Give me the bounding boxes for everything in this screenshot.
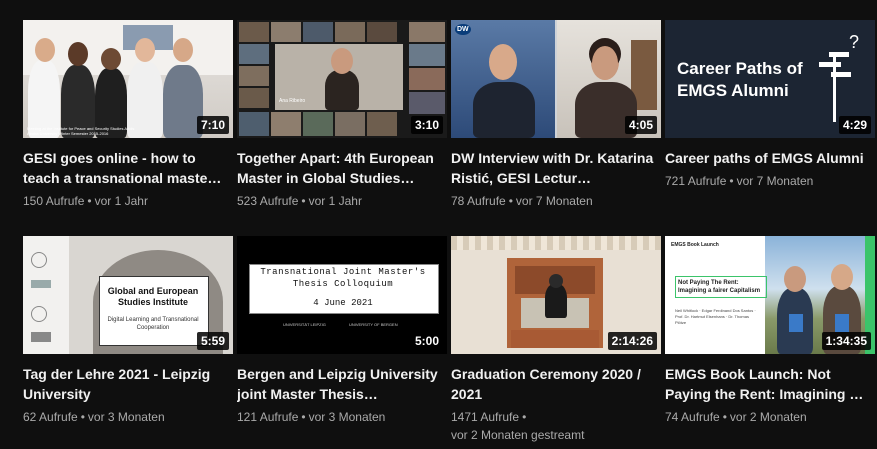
video-duration: 1:34:35 (821, 332, 871, 350)
upload-age: vor 7 Monaten (515, 194, 593, 208)
thumbnail-caption: Ana Ribeiro (279, 98, 306, 104)
video-meta: 121 Aufrufe • vor 3 Monaten (237, 410, 386, 424)
video-card[interactable]: Global and European Studies Institute Di… (23, 236, 233, 426)
video-thumbnail[interactable]: Global and European Studies Institute Di… (23, 236, 233, 354)
video-title[interactable]: EMGS Book Launch: Not Paying the Rent: I… (665, 364, 875, 404)
video-duration: 4:05 (624, 116, 657, 134)
thumbnail-subtitle: Digital Learning and Transnational Coope… (107, 317, 199, 331)
view-count: 62 Aufrufe (23, 410, 78, 424)
signpost-icon: ? (819, 32, 859, 122)
video-thumbnail[interactable]: Meeting at the Institute for Peace and S… (23, 20, 233, 138)
video-meta: 721 Aufrufe • vor 7 Monaten (665, 174, 814, 188)
view-count: 150 Aufrufe (23, 194, 85, 208)
thumbnail-caption: EMGS Book Launch (671, 242, 719, 248)
video-duration: 2:14:26 (607, 332, 657, 350)
upload-age: vor 2 Monaten gestreamt (451, 428, 585, 442)
video-card[interactable]: Ana Ribeiro 3:10 Together Apart: 4th Eur… (237, 20, 447, 210)
thumbnail-date: 4 June 2021 (313, 298, 373, 308)
video-thumbnail[interactable]: Ana Ribeiro 3:10 (237, 20, 447, 138)
video-card[interactable]: Transnational Joint Master's Thesis Coll… (237, 236, 447, 426)
video-title[interactable]: Tag der Lehre 2021 - Leipzig University (23, 364, 233, 404)
dw-logo: DW (455, 24, 471, 35)
video-thumbnail[interactable]: Career Paths of EMGS Alumni ? 4:29 (665, 20, 875, 138)
video-meta: 62 Aufrufe • vor 3 Monaten (23, 410, 165, 424)
thumbnail-caption: Transnational Joint Master's Thesis Coll… (260, 267, 426, 289)
view-count: 74 Aufrufe (665, 410, 720, 424)
view-count: 78 Aufrufe (451, 194, 506, 208)
video-duration: 7:10 (196, 116, 229, 134)
video-thumbnail[interactable]: DW 4:05 (451, 20, 661, 138)
upload-age: vor 2 Monaten (729, 410, 807, 424)
video-title[interactable]: DW Interview with Dr. Katarina Ristić, G… (451, 148, 661, 188)
upload-age: vor 3 Monaten (308, 410, 386, 424)
video-title[interactable]: Career paths of EMGS Alumni (665, 148, 875, 168)
upload-age: vor 1 Jahr (308, 194, 362, 208)
video-duration: 5:59 (196, 332, 229, 350)
thumbnail-logo-left: UNIVERSITÄT LEIPZIG (283, 322, 326, 327)
svg-text:?: ? (849, 32, 859, 52)
video-card[interactable]: 2:14:26 Graduation Ceremony 2020 / 2021 … (451, 236, 661, 444)
video-title[interactable]: Bergen and Leipzig University joint Mast… (237, 364, 447, 404)
video-meta: 523 Aufrufe • vor 1 Jahr (237, 194, 362, 208)
thumbnail-book-title: Not Paying The Rent: Imagining a fairer … (675, 276, 767, 298)
video-title[interactable]: GESI goes online - how to teach a transn… (23, 148, 233, 188)
video-duration: 3:10 (410, 116, 443, 134)
video-title[interactable]: Graduation Ceremony 2020 / 2021 (451, 364, 661, 404)
thumbnail-caption: Career Paths of EMGS Alumni (677, 59, 803, 100)
thumbnail-logo-right: UNIVERSITY OF BERGEN (349, 322, 398, 327)
video-thumbnail[interactable]: 2:14:26 (451, 236, 661, 354)
view-count: 523 Aufrufe (237, 194, 299, 208)
video-meta: 74 Aufrufe • vor 2 Monaten (665, 410, 807, 424)
video-meta: 150 Aufrufe • vor 1 Jahr (23, 194, 148, 208)
view-count: 121 Aufrufe (237, 410, 299, 424)
thumbnail-caption: Meeting at the Institute for Peace and S… (27, 126, 135, 136)
upload-age: vor 7 Monaten (736, 174, 814, 188)
video-meta: 1471 Aufrufe • vor 2 Monaten gestreamt (451, 408, 661, 444)
video-thumbnail[interactable]: Transnational Joint Master's Thesis Coll… (237, 236, 447, 354)
video-title[interactable]: Together Apart: 4th European Master in G… (237, 148, 447, 188)
thumbnail-authors: Neil Whitlock · Edgar Ferdinand Dos Sant… (675, 308, 756, 325)
video-card[interactable]: DW 4:05 DW Interview with Dr. Katarina R… (451, 20, 661, 210)
video-meta: 78 Aufrufe • vor 7 Monaten (451, 194, 593, 208)
video-duration: 4:29 (838, 116, 871, 134)
view-count: 721 Aufrufe (665, 174, 727, 188)
thumbnail-caption: Global and European Studies Institute (107, 286, 199, 307)
video-card[interactable]: Career Paths of EMGS Alumni ? 4:29 Caree… (665, 20, 875, 190)
video-card[interactable]: EMGS Book Launch Not Paying The Rent: Im… (665, 236, 875, 426)
view-count: 1471 Aufrufe (451, 410, 520, 424)
video-duration: 5:00 (410, 332, 443, 350)
upload-age: vor 1 Jahr (94, 194, 148, 208)
video-card[interactable]: Meeting at the Institute for Peace and S… (23, 20, 233, 210)
video-thumbnail[interactable]: EMGS Book Launch Not Paying The Rent: Im… (665, 236, 875, 354)
upload-age: vor 3 Monaten (87, 410, 165, 424)
